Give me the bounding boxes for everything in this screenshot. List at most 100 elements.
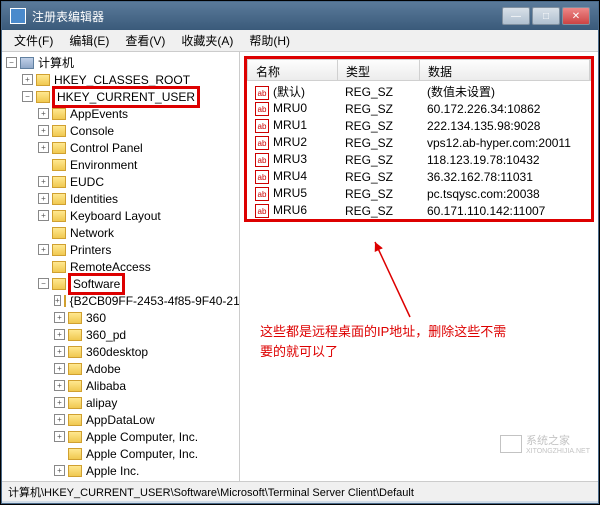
menu-favorites[interactable]: 收藏夹(A) bbox=[173, 30, 241, 51]
statusbar: 计算机\HKEY_CURRENT_USER\Software\Microsoft… bbox=[2, 481, 598, 501]
minimize-button[interactable]: — bbox=[502, 7, 530, 25]
tree-item[interactable]: +AppEvents bbox=[4, 105, 237, 122]
folder-icon bbox=[52, 193, 66, 205]
expand-icon[interactable]: + bbox=[54, 312, 65, 323]
folder-icon bbox=[52, 261, 66, 273]
tree-item[interactable]: +360desktop bbox=[4, 343, 237, 360]
tree-label: Environment bbox=[70, 158, 137, 172]
menu-help[interactable]: 帮助(H) bbox=[241, 30, 298, 51]
folder-icon bbox=[68, 329, 82, 341]
tree-label: Adobe bbox=[86, 362, 121, 376]
tree-item[interactable]: + Keyboard Layout bbox=[4, 207, 237, 224]
col-name[interactable]: 名称 bbox=[248, 60, 338, 80]
menu-edit[interactable]: 编辑(E) bbox=[61, 30, 117, 51]
tree-item[interactable]: + Printers bbox=[4, 241, 237, 258]
tree-item[interactable]: + alipay bbox=[4, 394, 237, 411]
col-type[interactable]: 类型 bbox=[338, 60, 420, 80]
tree-item[interactable]: +Console bbox=[4, 122, 237, 139]
tree-label: Keyboard Layout bbox=[70, 209, 161, 223]
string-value-icon: ab bbox=[255, 136, 269, 150]
maximize-button[interactable]: □ bbox=[532, 7, 560, 25]
folder-icon bbox=[68, 312, 82, 324]
cell-type: REG_SZ bbox=[337, 153, 419, 167]
expand-icon[interactable]: + bbox=[54, 414, 65, 425]
tree-item[interactable]: −HKEY_CURRENT_USER bbox=[4, 88, 237, 105]
tree-label: alipay bbox=[86, 396, 117, 410]
expand-icon[interactable]: + bbox=[38, 108, 49, 119]
expand-icon[interactable]: + bbox=[38, 125, 49, 136]
tree-item[interactable]: + Apple Computer, Inc. bbox=[4, 428, 237, 445]
expand-icon[interactable]: + bbox=[54, 329, 65, 340]
list-row[interactable]: ab(默认)REG_SZ(数值未设置) bbox=[247, 83, 591, 100]
list-row[interactable]: abMRU5REG_SZpc.tsqysc.com:20038 bbox=[247, 185, 591, 202]
col-data[interactable]: 数据 bbox=[420, 60, 590, 80]
folder-icon bbox=[36, 91, 50, 103]
cell-type: REG_SZ bbox=[337, 170, 419, 184]
tree-item[interactable]: +Identities bbox=[4, 190, 237, 207]
expand-icon[interactable]: + bbox=[54, 431, 65, 442]
menu-view[interactable]: 查看(V) bbox=[117, 30, 173, 51]
list-row[interactable]: abMRU3REG_SZ118.123.19.78:10432 bbox=[247, 151, 591, 168]
list-panel[interactable]: 名称 类型 数据 ab(默认)REG_SZ(数值未设置)abMRU0REG_SZ… bbox=[240, 52, 598, 481]
tree-item[interactable]: +Alibaba bbox=[4, 377, 237, 394]
expand-icon[interactable]: − bbox=[6, 57, 17, 68]
tree-label: Apple Computer, Inc. bbox=[86, 430, 198, 444]
list-row[interactable]: abMRU4REG_SZ36.32.162.78:11031 bbox=[247, 168, 591, 185]
list-row[interactable]: abMRU1REG_SZ222.134.135.98:9028 bbox=[247, 117, 591, 134]
cell-name: abMRU6 bbox=[247, 203, 337, 219]
tree-item[interactable]: + Apple Inc. bbox=[4, 462, 237, 479]
tree-item[interactable]: +EUDC bbox=[4, 173, 237, 190]
expand-icon[interactable]: + bbox=[54, 397, 65, 408]
tree-label: Apple Computer, Inc. bbox=[86, 447, 198, 461]
tree-label: 计算机 bbox=[38, 54, 74, 71]
cell-data: 118.123.19.78:10432 bbox=[419, 153, 591, 167]
string-value-icon: ab bbox=[255, 187, 269, 201]
tree-label: 360 bbox=[86, 311, 106, 325]
tree-item[interactable]: +Baidu bbox=[4, 479, 237, 481]
expand-icon[interactable]: + bbox=[54, 465, 65, 476]
list-row[interactable]: abMRU2REG_SZvps12.ab-hyper.com:20011 bbox=[247, 134, 591, 151]
tree-item[interactable]: Network bbox=[4, 224, 237, 241]
tree-root[interactable]: − 计算机 bbox=[4, 54, 237, 71]
tree-item[interactable]: + Adobe bbox=[4, 360, 237, 377]
cell-name: abMRU1 bbox=[247, 118, 337, 134]
expand-icon[interactable]: + bbox=[54, 380, 65, 391]
cell-name: abMRU5 bbox=[247, 186, 337, 202]
folder-icon bbox=[52, 244, 66, 256]
watermark-icon bbox=[500, 435, 522, 453]
menu-file[interactable]: 文件(F) bbox=[6, 30, 61, 51]
tree-panel[interactable]: − 计算机 +HKEY_CLASSES_ROOT−HKEY_CURRENT_US… bbox=[2, 52, 240, 481]
folder-icon bbox=[52, 142, 66, 154]
expand-icon[interactable]: + bbox=[54, 363, 65, 374]
list-row[interactable]: abMRU0REG_SZ60.172.226.34:10862 bbox=[247, 100, 591, 117]
tree-item[interactable]: Environment bbox=[4, 156, 237, 173]
expand-icon[interactable]: + bbox=[54, 295, 61, 306]
tree-item[interactable]: +{B2CB09FF-2453-4f85-9F40-21C05E bbox=[4, 292, 237, 309]
tree-item[interactable]: Apple Computer, Inc. bbox=[4, 445, 237, 462]
tree-label: 360_pd bbox=[86, 328, 126, 342]
tree-label: Control Panel bbox=[70, 141, 143, 155]
expand-icon[interactable]: − bbox=[38, 278, 49, 289]
expand-icon[interactable]: + bbox=[38, 176, 49, 187]
tree-item[interactable]: + Control Panel bbox=[4, 139, 237, 156]
tree-item[interactable]: +AppDataLow bbox=[4, 411, 237, 428]
expand-icon[interactable]: + bbox=[38, 142, 49, 153]
close-button[interactable]: ✕ bbox=[562, 7, 590, 25]
list-row[interactable]: abMRU6REG_SZ60.171.110.142:11007 bbox=[247, 202, 591, 219]
tree-item[interactable]: +360_pd bbox=[4, 326, 237, 343]
tree-label: Apple Inc. bbox=[86, 464, 139, 478]
tree-label: Printers bbox=[70, 243, 111, 257]
expand-icon[interactable]: + bbox=[22, 74, 33, 85]
string-value-icon: ab bbox=[255, 119, 269, 133]
tree-item[interactable]: −Software bbox=[4, 275, 237, 292]
folder-icon bbox=[68, 380, 82, 392]
expand-icon[interactable]: + bbox=[54, 346, 65, 357]
expand-icon[interactable]: + bbox=[38, 193, 49, 204]
titlebar[interactable]: 注册表编辑器 — □ ✕ bbox=[2, 2, 598, 30]
expand-icon[interactable]: − bbox=[22, 91, 33, 102]
expand-icon[interactable]: + bbox=[38, 244, 49, 255]
tree-item[interactable]: +360 bbox=[4, 309, 237, 326]
expand-icon[interactable]: + bbox=[38, 210, 49, 221]
cell-type: REG_SZ bbox=[337, 102, 419, 116]
cell-name: abMRU2 bbox=[247, 135, 337, 151]
